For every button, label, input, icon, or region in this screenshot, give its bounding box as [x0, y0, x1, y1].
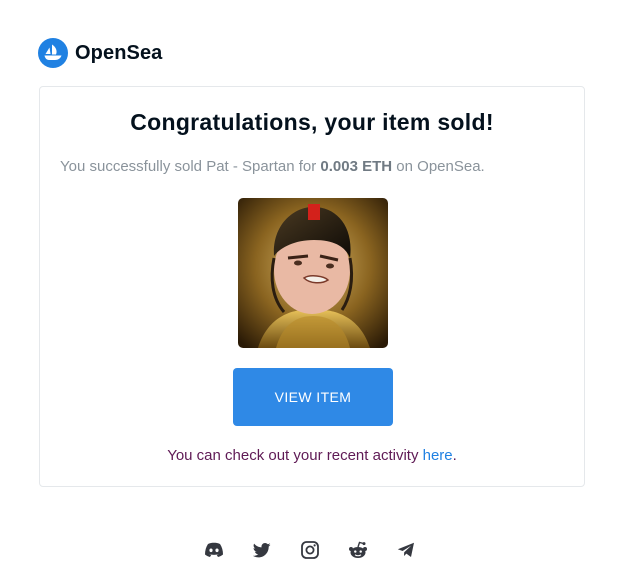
- brand-name: OpenSea: [75, 41, 163, 64]
- recent-activity-text: You can check out your recent activity h…: [40, 447, 584, 464]
- twitter-icon[interactable]: [252, 540, 272, 560]
- reddit-icon[interactable]: [348, 540, 368, 560]
- sale-price: 0.003 ETH: [320, 158, 393, 175]
- activity-prefix: You can check out your recent activity: [167, 447, 423, 464]
- message-suffix: on OpenSea.: [392, 158, 485, 175]
- telegram-icon[interactable]: [396, 540, 416, 560]
- nft-item-image[interactable]: [238, 198, 388, 348]
- view-item-button[interactable]: VIEW ITEM: [233, 368, 393, 426]
- discord-icon[interactable]: [204, 540, 224, 560]
- opensea-sailboat-icon: [38, 38, 68, 68]
- opensea-logo[interactable]: OpenSea: [38, 38, 162, 68]
- social-links: [0, 540, 619, 560]
- recent-activity-link[interactable]: here: [423, 447, 453, 464]
- pat-spartan-nft-image: [238, 198, 388, 348]
- email-title: Congratulations, your item sold!: [130, 109, 494, 135]
- sale-notification-card: Congratulations, your item sold! You suc…: [39, 86, 585, 487]
- sale-message: You successfully sold Pat - Spartan for …: [60, 158, 485, 175]
- activity-suffix: .: [452, 447, 457, 464]
- instagram-icon[interactable]: [300, 540, 320, 560]
- message-prefix: You successfully sold Pat - Spartan for: [60, 158, 321, 175]
